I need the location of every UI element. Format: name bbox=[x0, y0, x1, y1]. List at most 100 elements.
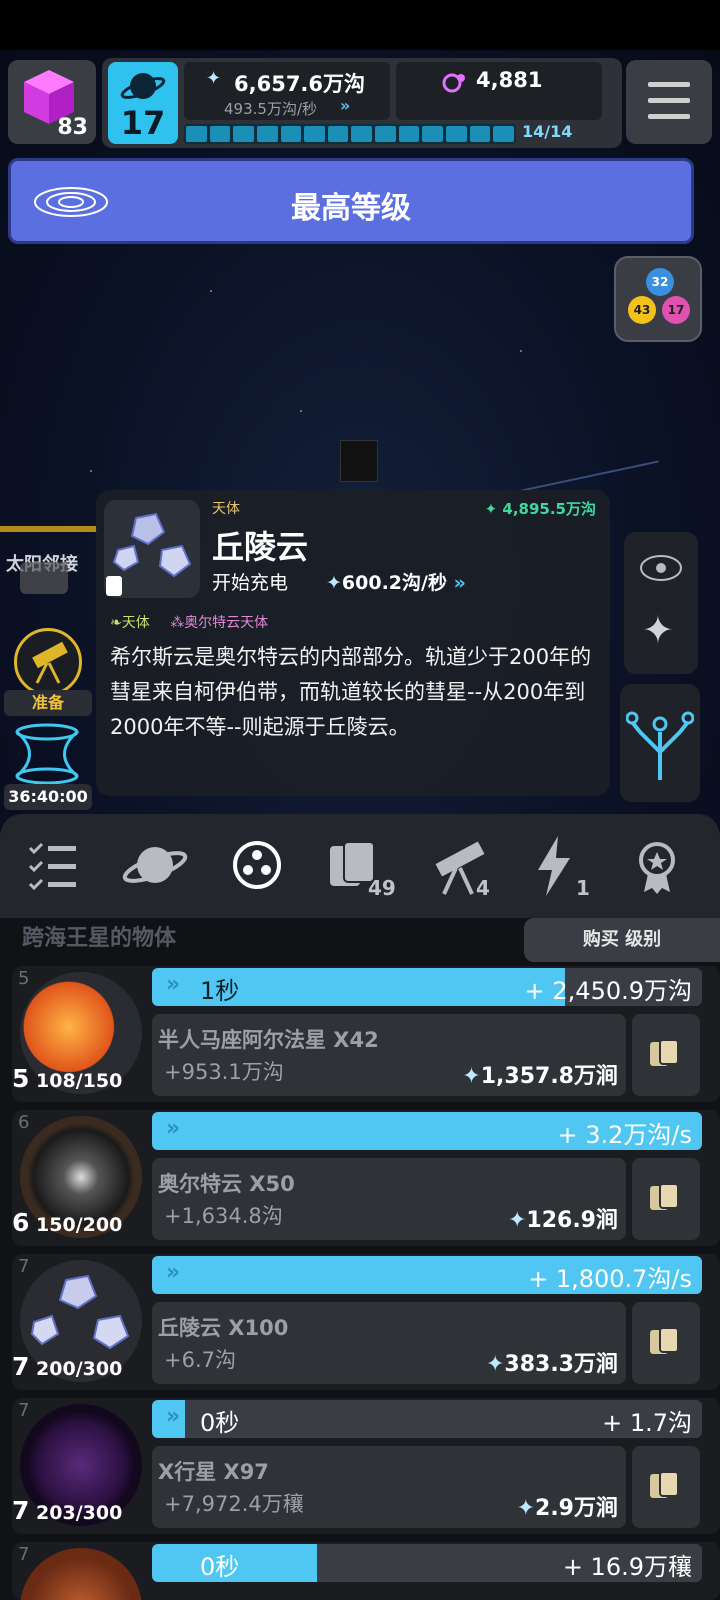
tab-achievement[interactable] bbox=[622, 830, 692, 900]
star bbox=[300, 410, 302, 412]
list-item: 7 7 203/300 » 0秒 + 1.7沟 X行星 X97 +7,972.4… bbox=[12, 1398, 720, 1534]
item-level: 7 203/300 bbox=[12, 1496, 123, 1525]
production-yield: + 1.7沟 bbox=[602, 1409, 692, 1437]
energy-value: 6,657.6万沟 bbox=[234, 72, 366, 96]
object-description: 希尔斯云是奥尔特云的内部部分。轨道少于200年的彗星来自柯伊伯带，而轨道较长的彗… bbox=[110, 645, 592, 739]
cube-count: 83 bbox=[57, 115, 88, 140]
object-info-popup: 天体 ✦ 4,895.5万沟 丘陵云 开始充电 ✦600.2沟/秒 » ❧天体 … bbox=[96, 490, 610, 796]
top-bar: 83 17 ✦ 6,657.6万沟 493.5万沟/秒 » 4,881 14/1… bbox=[8, 58, 712, 150]
charge-label: 开始充电 bbox=[212, 572, 289, 594]
camera-icon[interactable] bbox=[20, 562, 68, 594]
card-button[interactable] bbox=[632, 1158, 700, 1240]
wormhole-timer: 36:40:00 bbox=[4, 784, 92, 810]
item-cost: ✦126.9涧 bbox=[507, 1208, 618, 1233]
item-income: +7,972.4万穰 bbox=[164, 1492, 304, 1516]
production-bar: » + 3.2万沟/s bbox=[152, 1112, 702, 1150]
item-name: X行星 X97 bbox=[158, 1460, 269, 1484]
buy-level-toggle[interactable]: 购买 级别 bbox=[524, 918, 720, 962]
card-button[interactable] bbox=[632, 1302, 700, 1384]
upgrade-button[interactable]: 奥尔特云 X50 +1,634.8沟 ✦126.9涧 bbox=[152, 1158, 626, 1240]
sun-orbit-marker bbox=[0, 526, 98, 532]
orbit-view-icon[interactable] bbox=[638, 548, 684, 588]
tech-tree-icon bbox=[626, 711, 694, 780]
energy-rate: 493.5万沟/秒 bbox=[224, 100, 317, 118]
planet-level-button[interactable]: 17 bbox=[108, 62, 178, 144]
production-bar: » 0秒 + 1.7沟 bbox=[152, 1400, 702, 1438]
combo-ball-pink: 17 bbox=[662, 296, 690, 324]
fast-forward-icon: » bbox=[166, 972, 181, 997]
object-list[interactable]: 跨海王星的物体 购买 级别 5 5 108/150 » 1秒 + 2,450.9… bbox=[0, 918, 720, 1600]
production-time: 0秒 bbox=[200, 1409, 240, 1437]
tab-objects[interactable] bbox=[222, 830, 292, 900]
upgrade-button[interactable]: 半人马座阿尔法星 X42 +953.1万沟 ✦1,357.8万涧 bbox=[152, 1014, 626, 1096]
telescope-icon bbox=[32, 641, 68, 684]
combo-button[interactable]: 32 43 17 bbox=[614, 256, 702, 342]
star bbox=[90, 470, 92, 472]
list-item: 7 0秒 + 16.9万穰 bbox=[12, 1542, 720, 1600]
cards-icon bbox=[650, 1183, 679, 1210]
fast-forward-icon: » bbox=[166, 1260, 181, 1285]
item-name: 奥尔特云 X50 bbox=[158, 1172, 295, 1196]
level-progress-text: 14/14 bbox=[522, 122, 573, 141]
fast-forward-icon: » bbox=[340, 96, 351, 115]
star bbox=[210, 290, 212, 292]
planet-icon bbox=[122, 847, 188, 883]
black-hole-marker[interactable] bbox=[340, 440, 378, 482]
item-level: 7 200/300 bbox=[12, 1352, 123, 1381]
cube-button[interactable]: 83 bbox=[8, 60, 96, 144]
saturn-icon bbox=[120, 73, 166, 99]
menu-button[interactable] bbox=[626, 60, 712, 144]
object-icon bbox=[104, 500, 200, 598]
medal-icon bbox=[639, 842, 675, 894]
production-bar: » 1秒 + 2,450.9万沟 bbox=[152, 968, 702, 1006]
production-yield: + 1,800.7沟/s bbox=[528, 1265, 692, 1293]
max-level-banner[interactable]: 最高等级 bbox=[8, 158, 694, 244]
cards-icon bbox=[650, 1039, 679, 1066]
item-index: 6 bbox=[18, 1112, 30, 1133]
object-cost: ✦ 4,895.5万沟 bbox=[484, 500, 596, 518]
card-button[interactable] bbox=[632, 1446, 700, 1528]
fast-forward-icon: » bbox=[166, 1404, 181, 1429]
banner-title: 最高等级 bbox=[291, 191, 411, 226]
star bbox=[520, 350, 522, 352]
production-time: 1秒 bbox=[200, 977, 240, 1005]
orbit-line bbox=[521, 460, 659, 492]
combo-ball-blue: 32 bbox=[646, 268, 674, 296]
status-panel: 17 ✦ 6,657.6万沟 493.5万沟/秒 » 4,881 14/14 bbox=[102, 58, 622, 148]
list-item: 7 7 200/300 » + 1,800.7沟/s 丘陵云 X100 +6.7… bbox=[12, 1254, 720, 1390]
fast-forward-icon: » bbox=[453, 572, 466, 594]
tab-planet[interactable] bbox=[120, 830, 190, 900]
wormhole-icon[interactable] bbox=[12, 722, 82, 786]
item-index: 7 bbox=[18, 1544, 30, 1565]
telescope-button[interactable] bbox=[14, 628, 82, 696]
production-bar: 0秒 + 16.9万穰 bbox=[152, 1544, 702, 1582]
tab-bar: 49 4 1 bbox=[0, 814, 720, 918]
item-cost: ✦2.9万涧 bbox=[516, 1496, 618, 1521]
tab-list[interactable] bbox=[18, 830, 88, 900]
level-progress-bar bbox=[184, 124, 516, 144]
list-header: 跨海王星的物体 bbox=[22, 926, 177, 951]
item-image[interactable] bbox=[20, 1548, 142, 1600]
lightning-badge: 1 bbox=[576, 876, 590, 900]
star-icon[interactable]: ✦ bbox=[642, 608, 674, 652]
item-name: 半人马座阿尔法星 X42 bbox=[158, 1028, 379, 1052]
upgrade-button[interactable]: 丘陵云 X100 +6.7沟 ✦383.3万涧 bbox=[152, 1302, 626, 1384]
item-level: 6 150/200 bbox=[12, 1208, 123, 1237]
telescope-badge: 4 bbox=[476, 876, 490, 900]
cards-icon bbox=[650, 1327, 679, 1354]
card-button[interactable] bbox=[632, 1014, 700, 1096]
checklist-icon bbox=[28, 842, 76, 891]
list-item: 5 5 108/150 » 1秒 + 2,450.9万沟 半人马座阿尔法星 X4… bbox=[12, 966, 720, 1102]
planet-level: 17 bbox=[120, 104, 166, 142]
item-name: 丘陵云 X100 bbox=[158, 1316, 289, 1340]
charge-rate: ✦600.2沟/秒 » bbox=[326, 572, 466, 594]
object-title: 丘陵云 bbox=[212, 528, 309, 566]
item-cost: ✦1,357.8万涧 bbox=[462, 1064, 618, 1089]
right-tools: ✦ bbox=[624, 532, 698, 674]
production-yield: + 2,450.9万沟 bbox=[524, 977, 692, 1005]
upgrade-button[interactable]: X行星 X97 +7,972.4万穰 ✦2.9万涧 bbox=[152, 1446, 626, 1528]
tech-tree-button[interactable] bbox=[620, 684, 700, 802]
item-income: +953.1万沟 bbox=[164, 1060, 284, 1084]
item-cost: ✦383.3万涧 bbox=[485, 1352, 618, 1377]
telescope-ready-label: 准备 bbox=[4, 690, 92, 716]
